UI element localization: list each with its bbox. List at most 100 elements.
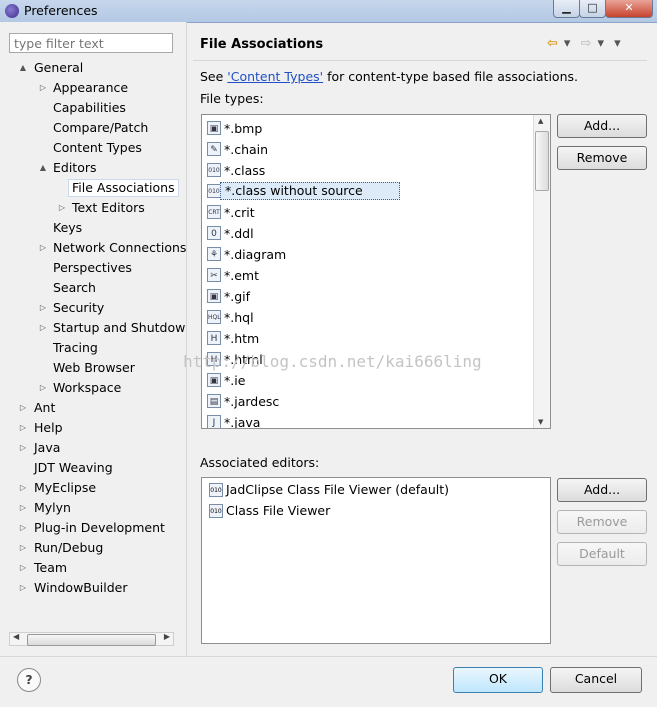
file-type-label: *.htm — [224, 331, 260, 346]
collapsed-arrow-icon[interactable]: ▷ — [38, 378, 48, 397]
file-type-label: *.class without source — [220, 182, 400, 200]
tree-item-label: Security — [53, 300, 105, 315]
tree-item-label: Search — [53, 280, 96, 295]
tree-item[interactable]: Search — [0, 278, 186, 297]
tree-horizontal-scrollbar[interactable]: ◀ ▶ — [9, 632, 174, 646]
collapsed-arrow-icon[interactable]: ▷ — [38, 78, 48, 97]
filter-input[interactable] — [9, 33, 173, 53]
collapsed-arrow-icon[interactable]: ▷ — [18, 418, 28, 437]
forward-arrow-icon[interactable]: ⇨ — [581, 36, 592, 51]
tree-item[interactable]: ▲ General — [0, 58, 186, 77]
tree-item-label: WindowBuilder — [34, 580, 128, 595]
tree-item[interactable]: Capabilities — [0, 98, 186, 117]
minimize-button[interactable]: ▁ — [553, 0, 580, 18]
file-types-scrollbar[interactable]: ▲ ▼ — [533, 115, 550, 428]
tree-item[interactable]: Compare/Patch — [0, 118, 186, 137]
file-types-label: File types: — [200, 91, 264, 106]
emt-file-icon: ✂ — [207, 268, 221, 282]
file-type-label: *.class — [224, 163, 266, 178]
tree-item[interactable]: JDT Weaving — [0, 458, 186, 477]
tree-item[interactable]: ▷ Mylyn — [0, 498, 186, 517]
tree-item[interactable]: ▷ MyEclipse — [0, 478, 186, 497]
collapsed-arrow-icon[interactable]: ▷ — [38, 318, 48, 337]
image-icon: ▣ — [207, 121, 221, 135]
tree-item[interactable]: ▷ Workspace — [0, 378, 186, 397]
collapsed-arrow-icon[interactable]: ▷ — [18, 558, 28, 577]
collapsed-arrow-icon[interactable]: ▷ — [18, 578, 28, 597]
view-menu-chevron-icon[interactable]: ▾ — [614, 36, 621, 51]
associated-editors-list[interactable]: 010 JadClipse Class File Viewer (default)… — [201, 477, 551, 644]
remove-file-type-button[interactable]: Remove — [557, 146, 647, 170]
help-icon[interactable]: ? — [17, 668, 41, 692]
pencil-icon: ✎ — [207, 142, 221, 156]
remove-editor-button[interactable]: Remove — [557, 510, 647, 534]
file-type-label: *.ddl — [224, 226, 254, 241]
scroll-right-arrow-icon[interactable]: ▶ — [164, 632, 170, 641]
tree-item[interactable]: ▷ Run/Debug — [0, 538, 186, 557]
file-type-label: *.chain — [224, 142, 269, 157]
collapsed-arrow-icon[interactable]: ▷ — [18, 518, 28, 537]
scroll-thumb[interactable] — [535, 131, 549, 191]
tree-item[interactable]: Web Browser — [0, 358, 186, 377]
tree-item-label: Team — [34, 560, 68, 575]
tree-item-label: Mylyn — [34, 500, 71, 515]
collapsed-arrow-icon[interactable]: ▷ — [57, 198, 67, 217]
tree-item[interactable]: Tracing — [0, 338, 186, 357]
tree-item[interactable]: ▷ Text Editors — [0, 198, 186, 217]
collapsed-arrow-icon[interactable]: ▷ — [38, 298, 48, 317]
tree-item-label: File Associations — [68, 179, 179, 197]
tree-item[interactable]: ▷ Appearance — [0, 78, 186, 97]
tree-item[interactable]: Perspectives — [0, 258, 186, 277]
ok-button[interactable]: OK — [453, 667, 543, 693]
tree-item[interactable]: Keys — [0, 218, 186, 237]
tree-item-label: Help — [34, 420, 63, 435]
file-type-label: *.hql — [224, 310, 254, 325]
tree-item[interactable]: ▷ Network Connections — [0, 238, 186, 257]
tree-item[interactable]: ▷ Security — [0, 298, 186, 317]
cancel-button[interactable]: Cancel — [550, 667, 642, 693]
associated-editors-label: Associated editors: — [200, 455, 320, 470]
java-file-icon: J — [207, 415, 221, 428]
window-titlebar: Preferences ▁ □ ✕ — [0, 0, 657, 23]
file-types-list[interactable]: ▲ ▼ ▣ *.bmp ✎ *.chain 010 *.class 010 *.class w… — [201, 114, 551, 429]
tree-item[interactable]: ▷ Java — [0, 438, 186, 457]
collapsed-arrow-icon[interactable]: ▷ — [18, 538, 28, 557]
expanded-arrow-icon[interactable]: ▲ — [38, 158, 48, 177]
tree-item[interactable]: ▷ Startup and Shutdown — [0, 318, 186, 337]
tree-item[interactable]: ▷ Ant — [0, 398, 186, 417]
scroll-thumb[interactable] — [27, 634, 156, 646]
tree-item-label: Web Browser — [53, 360, 135, 375]
tree-item-label: MyEclipse — [34, 480, 97, 495]
tree-item[interactable]: ▲ Editors — [0, 158, 186, 177]
hql-file-icon: HQL — [207, 310, 221, 324]
scroll-left-arrow-icon[interactable]: ◀ — [13, 632, 19, 641]
default-editor-button[interactable]: Default — [557, 542, 647, 566]
add-file-type-button[interactable]: Add... — [557, 114, 647, 138]
tree-item[interactable]: ▷ Team — [0, 558, 186, 577]
collapsed-arrow-icon[interactable]: ▷ — [18, 398, 28, 417]
tree-item[interactable]: ▷ WindowBuilder — [0, 578, 186, 597]
tree-item-label: Perspectives — [53, 260, 132, 275]
collapsed-arrow-icon[interactable]: ▷ — [18, 438, 28, 457]
close-button[interactable]: ✕ — [605, 0, 653, 18]
back-arrow-icon[interactable]: ⇦ — [547, 36, 558, 51]
collapsed-arrow-icon[interactable]: ▷ — [18, 478, 28, 497]
tree-item[interactable]: ▷ Plug-in Development — [0, 518, 186, 537]
tree-item-label: Tracing — [53, 340, 98, 355]
maximize-button[interactable]: □ — [579, 0, 606, 18]
scroll-down-arrow-icon[interactable]: ▼ — [538, 418, 543, 426]
back-menu-chevron-icon[interactable]: ▾ — [564, 36, 571, 51]
scroll-up-arrow-icon[interactable]: ▲ — [538, 117, 543, 125]
window-title: Preferences — [24, 3, 98, 18]
add-editor-button[interactable]: Add... — [557, 478, 647, 502]
forward-menu-chevron-icon[interactable]: ▾ — [597, 36, 604, 51]
tree-item[interactable]: Content Types — [0, 138, 186, 157]
tree-item[interactable]: ▷ Help — [0, 418, 186, 437]
tree-item[interactable]: File Associations — [0, 178, 186, 197]
preferences-tree: ▲ General ▷ Appearance Capabilities Compare/P… — [0, 58, 186, 635]
collapsed-arrow-icon[interactable]: ▷ — [18, 498, 28, 517]
tree-item-label: Editors — [53, 160, 97, 175]
expanded-arrow-icon[interactable]: ▲ — [18, 58, 28, 77]
content-types-link[interactable]: 'Content Types' — [227, 69, 323, 84]
collapsed-arrow-icon[interactable]: ▷ — [38, 238, 48, 257]
